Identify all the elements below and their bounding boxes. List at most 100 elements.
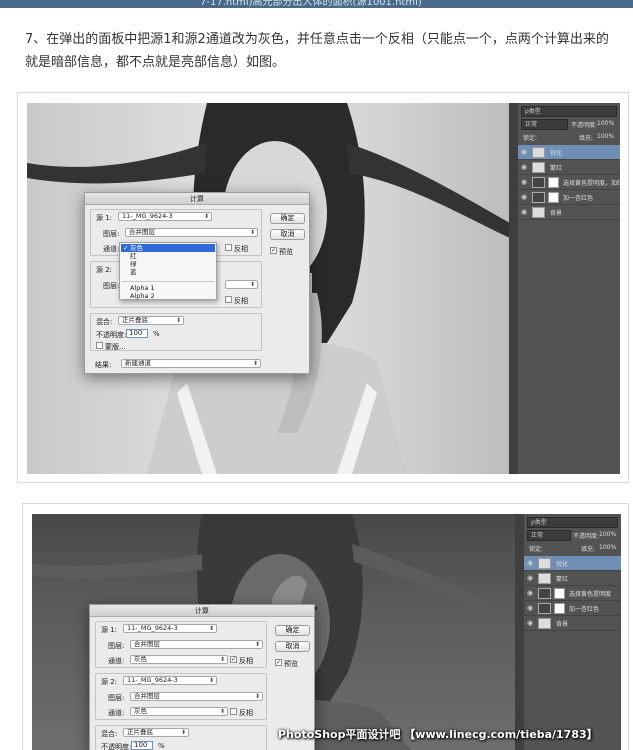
- channel-option-gray[interactable]: 灰色: [121, 244, 215, 252]
- eye-icon[interactable]: ◉: [527, 604, 533, 612]
- blend-label: 混合:: [96, 318, 113, 326]
- blend-mode-select[interactable]: 正常: [527, 530, 571, 541]
- opacity-input[interactable]: 100: [126, 329, 148, 338]
- layer-row-red[interactable]: ◉ 蒙红: [524, 571, 621, 586]
- layer-mask-thumbnail[interactable]: [548, 192, 559, 203]
- screenshot-figure-2: ρ类型 正常 不透明度: 100% 锁定: 填充: 100% ◉ 锐化 ◉ 蒙红…: [22, 503, 629, 750]
- ok-button[interactable]: 确定: [275, 625, 310, 636]
- blend-mode-select[interactable]: 正常: [521, 119, 568, 130]
- calculations-dialog: 计算 源 1: 11-_MG_9624-3 图层: 合并图层 通道: 反相 源 …: [84, 192, 310, 374]
- panel-tool-strip: [515, 514, 524, 750]
- layer-name: 锐化: [556, 561, 569, 568]
- layer-name: 加一杏红色: [563, 195, 594, 202]
- preview-checkbox[interactable]: ✓: [275, 659, 282, 666]
- source1-layer-select[interactable]: 合并图层: [130, 640, 263, 649]
- blend-mode-select[interactable]: 正片叠底: [123, 728, 189, 737]
- channel-option-blue[interactable]: 蓝: [121, 268, 215, 276]
- layer-name: 蒙红: [556, 576, 569, 583]
- layer-thumbnail: [532, 207, 545, 218]
- dialog-title: 计算: [90, 605, 314, 617]
- layer-row-sharpen[interactable]: ◉ 锐化: [524, 556, 621, 571]
- layer-row-selective-color[interactable]: ◉ 选择黄色提明度，加红: [518, 175, 620, 190]
- preview-label: 预览: [279, 248, 293, 256]
- source2-invert-label: 反相: [239, 709, 253, 717]
- result-select[interactable]: 新建通道: [121, 359, 261, 368]
- layer-row-selective-color[interactable]: ◉ 选择黄色提明度: [524, 586, 621, 601]
- source1-invert-label: 反相: [234, 245, 248, 253]
- eye-icon[interactable]: ◉: [521, 148, 527, 156]
- eye-icon[interactable]: ◉: [521, 163, 527, 171]
- layer-row-sharpen[interactable]: ◉ 锐化: [518, 145, 620, 160]
- blend-mode-select[interactable]: 正片叠底: [118, 316, 184, 325]
- source2-channel-label: 通道:: [108, 709, 125, 717]
- layer-thumbnail: [538, 573, 551, 584]
- eye-icon[interactable]: ◉: [527, 619, 533, 627]
- layer-row-red[interactable]: ◉ 蒙红: [518, 160, 620, 175]
- layers-panel-2: ρ类型 正常 不透明度: 100% 锁定: 填充: 100% ◉ 锐化 ◉ 蒙红…: [515, 514, 621, 750]
- panel-fill-value[interactable]: 100%: [597, 133, 614, 140]
- eye-icon[interactable]: ◉: [521, 208, 527, 216]
- screenshot-figure-1: ρ类型 正常 不透明度: 100% 锁定: 填充: 100% ◉ 锐化 ◉ 蒙红…: [17, 92, 629, 483]
- layer-filter-select[interactable]: ρ类型: [527, 517, 618, 528]
- cancel-button[interactable]: 取消: [275, 641, 310, 652]
- source2-layer-select[interactable]: 合并图层: [130, 692, 263, 701]
- layer-mask-thumbnail[interactable]: [554, 588, 565, 599]
- ok-button[interactable]: 确定: [270, 213, 305, 224]
- source1-invert-checkbox[interactable]: ✓: [230, 656, 237, 663]
- eye-icon[interactable]: ◉: [527, 559, 533, 567]
- panel-opacity-label: 不透明度:: [571, 122, 598, 129]
- layer-row-background[interactable]: ◉ 背景: [524, 616, 621, 631]
- blend-label: 混合:: [101, 730, 118, 738]
- eye-icon[interactable]: ◉: [527, 589, 533, 597]
- source2-layer-select[interactable]: [225, 280, 258, 289]
- source2-label: 源 2:: [96, 266, 113, 274]
- result-label: 结果:: [95, 361, 112, 369]
- panel-fill-value[interactable]: 100%: [599, 544, 616, 551]
- opacity-unit: %: [158, 742, 165, 750]
- channel-option-green[interactable]: 绿: [121, 260, 215, 268]
- layer-thumbnail: [532, 162, 545, 173]
- source2-layer-label: 图层:: [108, 694, 125, 702]
- preview-label: 预览: [284, 660, 298, 668]
- mask-label: 蒙版...: [105, 343, 126, 351]
- layer-filter-select[interactable]: ρ类型: [521, 106, 617, 117]
- source2-channel-select[interactable]: 灰色: [130, 707, 228, 716]
- source2-invert-checkbox[interactable]: [230, 708, 237, 715]
- source2-invert-checkbox[interactable]: [225, 296, 232, 303]
- source1-select[interactable]: 11-_MG_9624-3: [118, 212, 212, 221]
- layer-row-apricot-red[interactable]: ◉ 加一杏红色: [518, 190, 620, 205]
- layer-row-apricot-red[interactable]: ◉ 加一杏红色: [524, 601, 621, 616]
- channel-option-red[interactable]: 红: [121, 252, 215, 260]
- adjustment-icon: [532, 177, 545, 188]
- menu-separator: [122, 281, 214, 282]
- eye-icon[interactable]: ◉: [521, 178, 527, 186]
- source1-layer-select[interactable]: 合并图层: [125, 228, 258, 237]
- preview-checkbox[interactable]: ✓: [270, 247, 277, 254]
- layer-row-background[interactable]: ◉ 背景: [518, 205, 620, 220]
- panel-fill-label: 填充:: [581, 546, 596, 553]
- layer-mask-thumbnail[interactable]: [554, 603, 565, 614]
- layer-thumbnail: [538, 558, 551, 569]
- opacity-unit: %: [153, 330, 160, 338]
- cancel-button[interactable]: 取消: [270, 229, 305, 240]
- channel-option-alpha1[interactable]: Alpha 1: [121, 284, 215, 292]
- source1-invert-checkbox[interactable]: [225, 244, 232, 251]
- site-watermark: PhotoShop平面设计吧 【www.linecg.com/tieba/178…: [278, 728, 598, 741]
- layer-mask-thumbnail[interactable]: [548, 177, 559, 188]
- layer-name: 选择黄色提明度，加红: [563, 180, 620, 187]
- channel-dropdown-menu: 灰色 红 绿 蓝 Alpha 1 Alpha 2: [119, 242, 217, 300]
- opacity-input[interactable]: 100: [131, 741, 153, 750]
- channel-option-alpha2[interactable]: Alpha 2: [121, 292, 215, 300]
- adjustment-icon: [538, 588, 551, 599]
- source1-channel-select[interactable]: 灰色: [130, 655, 228, 664]
- panel-opacity-value[interactable]: 100%: [599, 531, 616, 538]
- source2-select[interactable]: 11-_MG_9624-3: [123, 676, 217, 685]
- panel-opacity-value[interactable]: 100%: [597, 120, 614, 127]
- eye-icon[interactable]: ◉: [521, 193, 527, 201]
- mask-checkbox[interactable]: [96, 342, 103, 349]
- layer-name: 锐化: [550, 150, 563, 157]
- layer-name: 背景: [550, 210, 563, 217]
- panel-fill-label: 填充:: [579, 135, 594, 142]
- eye-icon[interactable]: ◉: [527, 574, 533, 582]
- source1-select[interactable]: 11-_MG_9624-3: [123, 624, 217, 633]
